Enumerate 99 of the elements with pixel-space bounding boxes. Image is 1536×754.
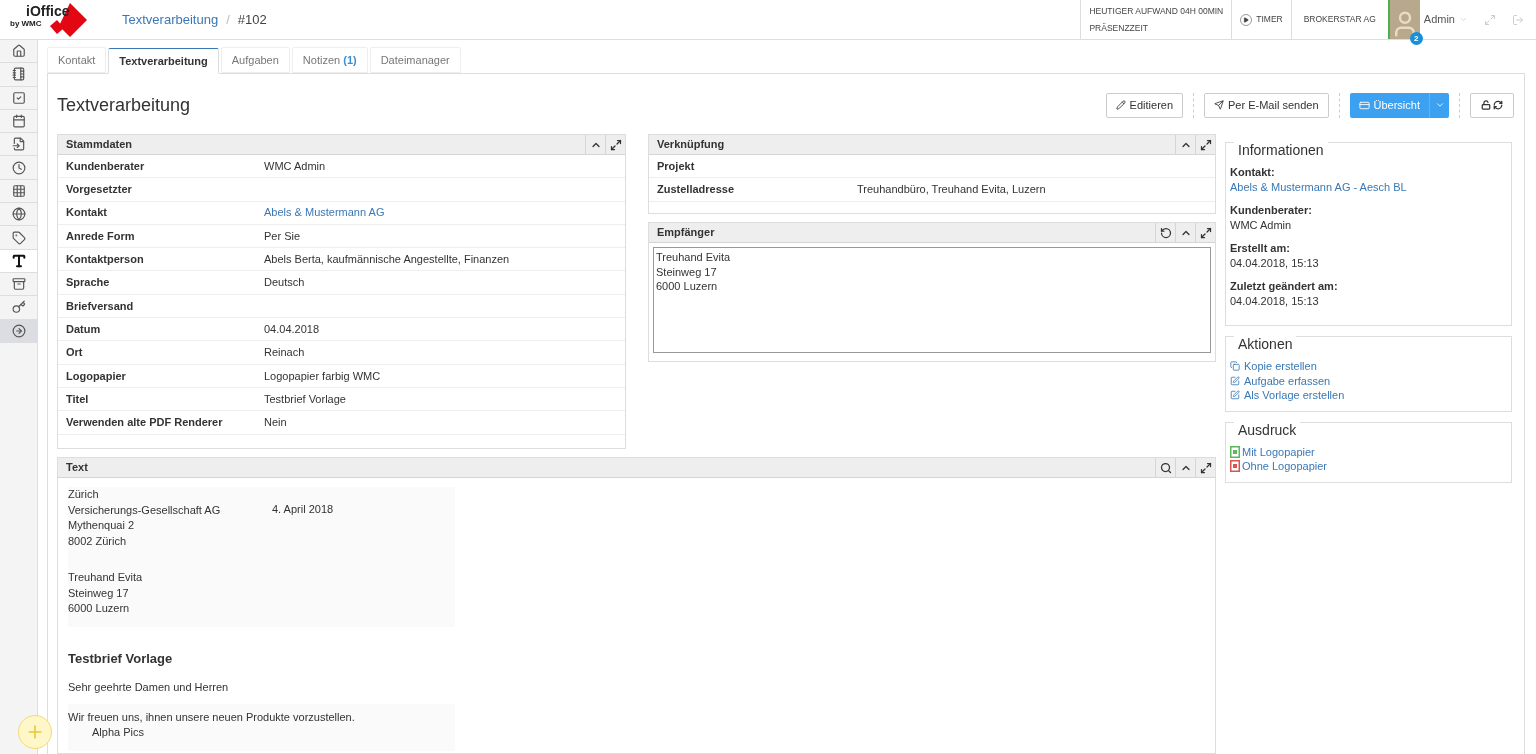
field-value: WMC Admin — [264, 158, 326, 174]
field-value: Nein — [264, 415, 287, 431]
action-link[interactable]: Als Vorlage erstellen — [1230, 388, 1507, 403]
breadcrumb-separator: / — [226, 10, 230, 29]
field-value: Reinach — [264, 345, 305, 361]
timer-button[interactable]: TIMER — [1231, 0, 1291, 39]
recipient-line: Steinweg 17 — [68, 585, 130, 601]
clock-icon — [11, 160, 26, 175]
effort-label: HEUTIGER AUFWAND 04H 00MIN — [1089, 4, 1224, 18]
company-label: BROKERSTAR AG — [1290, 0, 1388, 39]
salutation: Sehr geehrte Damen und Herren — [68, 680, 230, 695]
recipient-line: Treuhand Evita — [68, 570, 144, 585]
unlock-icon — [1481, 100, 1491, 110]
tab[interactable]: Kontakt — [47, 47, 107, 73]
page-title: Textverarbeitung — [57, 93, 192, 117]
field-label: Datum — [66, 321, 102, 337]
field-label: Verwenden alte PDF Renderer — [66, 415, 224, 431]
panel-title: Verknüpfung — [657, 137, 726, 153]
field-value: 04.04.2018 — [264, 321, 320, 337]
field-label: Kontaktperson — [66, 252, 145, 268]
home-icon — [11, 44, 26, 59]
email-button[interactable]: Per E-Mail senden — [1204, 92, 1329, 118]
field-label: Kundenberater — [66, 158, 146, 174]
print-link[interactable]: Mit Logopapier — [1230, 444, 1507, 459]
field-value: Deutsch — [264, 275, 305, 291]
info-label: Kundenberater: — [1230, 203, 1313, 218]
address-line: Steinweg 17 — [656, 264, 718, 279]
card-icon — [1358, 99, 1370, 111]
checkbox-icon — [11, 90, 26, 105]
panel-title: Text — [66, 460, 89, 476]
drawer-icon — [11, 277, 26, 292]
copy-icon — [1230, 361, 1240, 372]
edit-icon — [1230, 390, 1240, 401]
letter-date: 4. April 2018 — [272, 503, 334, 515]
tab[interactable]: Dateimanager — [369, 47, 461, 73]
info-label: Zuletzt geändert am: — [1230, 279, 1339, 294]
field-value: Testbrief Vorlage — [264, 391, 346, 407]
field-label: Briefversand — [66, 298, 135, 314]
contact-link[interactable]: Abels & Mustermann AG — [264, 204, 385, 221]
contact-link[interactable]: Abels & Mustermann AG - Aesch BL — [1230, 181, 1407, 193]
field-value: Abels Berta, kaufmännische Angestellte, Finanzen — [264, 252, 510, 268]
address-line: Treuhand Evita — [656, 250, 732, 265]
field-value: Per Sie — [264, 228, 301, 244]
panel-title: Stammdaten — [66, 137, 134, 153]
field-value: Treuhandbüro, Treuhand Evita, Luzern — [857, 182, 1046, 198]
sender-line: Versicherungs-Gesellschaft AG — [68, 502, 222, 518]
field-label: Projekt — [657, 158, 696, 174]
field-label: Titel — [66, 391, 90, 407]
breadcrumb-link[interactable]: Textverarbeitung — [122, 9, 219, 30]
calendar-icon — [11, 114, 26, 129]
field-label: Vorgesetzter — [66, 182, 133, 198]
grid-icon — [11, 183, 26, 198]
edit-button[interactable]: Editieren — [1105, 92, 1184, 118]
sender-line: Mythenquai 2 — [68, 518, 136, 533]
sidebar-item[interactable] — [0, 249, 37, 273]
recipient-line: 6000 Luzern — [68, 601, 131, 616]
field-label: Kontakt — [66, 205, 108, 221]
key-icon — [11, 300, 26, 315]
field-label: Zustelladresse — [657, 182, 736, 198]
avatar[interactable] — [1387, 0, 1420, 39]
tab[interactable]: Textverarbeitung — [108, 48, 219, 74]
refresh-icon — [1493, 100, 1503, 110]
address-line: 6000 Luzern — [656, 279, 719, 294]
letter-t-icon — [10, 252, 27, 269]
body-text: Wir freuen uns, ihnen unsere neuen Produkte vorzustellen. — [68, 709, 356, 725]
action-link[interactable]: Kopie erstellen — [1230, 359, 1507, 374]
recipient-field[interactable]: Treuhand Evita Steinweg 17 6000 Luzern — [653, 247, 1211, 353]
info-value: WMC Admin — [1230, 218, 1293, 233]
field-label: Ort — [66, 345, 84, 361]
tab[interactable]: Notizen (1) — [291, 47, 368, 73]
info-value: 04.04.2018, 15:13 — [1230, 294, 1320, 309]
field-label: Logopapier — [66, 368, 127, 384]
field-label: Sprache — [66, 275, 111, 291]
field-label: Anrede Form — [66, 228, 136, 244]
pencil-icon — [1115, 100, 1126, 110]
caret-icon — [1459, 15, 1468, 24]
caret-icon — [1434, 100, 1445, 110]
document-icon — [11, 137, 26, 152]
sender-line: Zürich — [68, 487, 100, 502]
action-link[interactable]: Aufgabe erfassen — [1230, 373, 1507, 388]
arrow-circle-icon — [11, 323, 26, 338]
notebook-icon — [11, 67, 26, 82]
info-label: Kontakt: — [1230, 165, 1276, 180]
lock-refresh-button[interactable] — [1470, 92, 1514, 118]
field-value: Logopapier farbig WMC — [264, 368, 381, 384]
tab[interactable]: Aufgaben — [220, 47, 290, 73]
globe-icon — [11, 207, 26, 222]
info-label: Erstellt am: — [1230, 241, 1291, 256]
send-icon — [1214, 100, 1225, 110]
print-link[interactable]: Ohne Logopapier — [1230, 459, 1507, 474]
product-line: Alpha Pics — [91, 725, 145, 740]
info-value: 04.04.2018, 15:13 — [1230, 256, 1320, 271]
presence-label: PRÄSENZZEIT — [1089, 21, 1149, 35]
edit-icon — [1230, 375, 1240, 386]
sender-line: 8002 Zürich — [68, 533, 128, 549]
panel-title: Empfänger — [657, 225, 716, 241]
tag-icon — [11, 230, 26, 245]
letter-heading: Testbrief Vorlage — [68, 650, 174, 666]
breadcrumb-current: #102 — [237, 10, 267, 29]
